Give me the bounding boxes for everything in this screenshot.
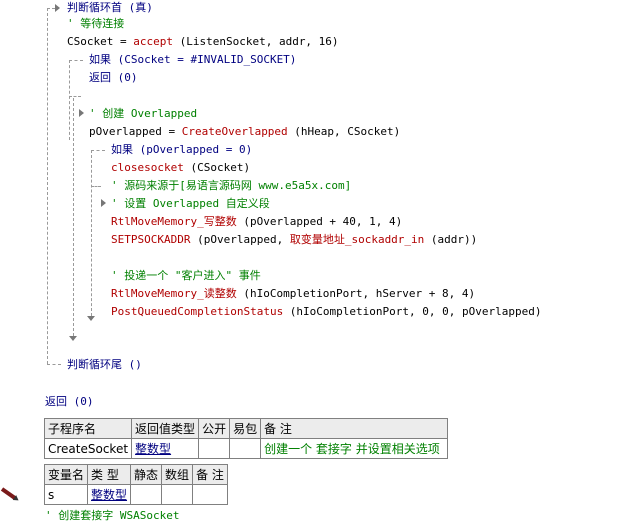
accept-assign: CSocket =: [67, 35, 134, 48]
var-name-cell[interactable]: s: [43, 484, 89, 505]
sub-header-name: 子程序名: [43, 418, 133, 439]
sub-note-cell[interactable]: 创建一个 套接字 并设置相关选项: [260, 438, 449, 459]
setpsockaddr-function: SETPSOCKADDR: [111, 233, 191, 246]
body-guide-line: [73, 98, 74, 336]
if2-guide-top: [91, 150, 105, 151]
sub-header-public: 公开: [198, 418, 231, 439]
rtl-read-args: (hIoCompletionPort, hServer + 8, 4): [236, 287, 476, 300]
comment-create-wsasocket[interactable]: ' 创建套接字 WSASocket: [45, 508, 179, 524]
rtl-write-line[interactable]: RtlMoveMemory_写整数 (pOverlapped + 40, 1, …: [111, 214, 402, 230]
subroutine-header-row: 子程序名 返回值类型 公开 易包 备 注: [43, 418, 449, 439]
closesocket-args: (CSocket): [183, 161, 251, 174]
var-header-type: 类 型: [87, 464, 132, 485]
rtl-write-function: RtlMoveMemory_写整数: [111, 215, 237, 228]
sub-return-type-cell[interactable]: 整数型: [131, 438, 200, 459]
variable-header-row: 变量名 类 型 静态 数组 备 注: [43, 464, 228, 485]
loop-head-arrow-icon: [55, 4, 60, 12]
var-header-static: 静态: [130, 464, 163, 485]
variable-table: 变量名 类 型 静态 数组 备 注 s 整数型: [43, 464, 228, 505]
return-zero[interactable]: 返回 (0): [89, 70, 138, 86]
if1-guide-bottom: [69, 96, 81, 97]
comment-create-overlapped[interactable]: ' 创建 Overlapped: [89, 106, 197, 122]
loop-guide-top: [47, 8, 55, 9]
var-note-cell[interactable]: [192, 484, 228, 505]
var-header-array: 数组: [161, 464, 194, 485]
comment-set-overlapped[interactable]: ' 设置 Overlapped 自定义段: [111, 196, 270, 212]
sub-header-return-type: 返回值类型: [131, 418, 200, 439]
closesocket-function: closesocket: [111, 161, 184, 174]
rtl-read-line[interactable]: RtlMoveMemory_读整数 (hIoCompletionPort, hS…: [111, 286, 475, 302]
var-array-cell[interactable]: [161, 484, 194, 505]
overlapped-assign: pOverlapped =: [89, 125, 182, 138]
post-status-line[interactable]: PostQueuedCompletionStatus (hIoCompletio…: [111, 304, 541, 320]
if-invalid-socket[interactable]: 如果 (CSocket = #INVALID_SOCKET): [89, 52, 296, 68]
rtl-write-args: (pOverlapped + 40, 1, 4): [236, 215, 403, 228]
if2-guide-mid: [91, 186, 101, 187]
get-sockaddr-function: 取变量地址_sockaddr_in: [289, 233, 425, 246]
body-arrow-icon: [79, 109, 84, 117]
sub-name-cell[interactable]: CreateSocket: [43, 438, 133, 459]
if2-arrow-icon: [101, 199, 106, 207]
accept-args: (ListenSocket, addr, 16): [172, 35, 339, 48]
setpsockaddr-line[interactable]: SETPSOCKADDR (pOverlapped, 取变量地址_sockadd…: [111, 232, 477, 248]
loop-head[interactable]: 判断循环首 (真): [67, 0, 153, 16]
sub-header-note: 备 注: [260, 418, 449, 439]
return-final[interactable]: 返回 (0): [45, 394, 94, 410]
loop-tail[interactable]: 判断循环尾 (): [67, 357, 142, 373]
post-status-function: PostQueuedCompletionStatus: [111, 305, 284, 318]
accept-line[interactable]: CSocket = accept (ListenSocket, addr, 16…: [67, 34, 339, 50]
loop-guide-bottom: [47, 364, 61, 365]
sub-public-cell[interactable]: [198, 438, 231, 459]
if1-guide-line: [69, 60, 70, 140]
sub-header-pkg: 易包: [229, 418, 262, 439]
create-overlapped-line[interactable]: pOverlapped = CreateOverlapped (hHeap, C…: [89, 124, 400, 140]
edit-pencil-tip-icon: [12, 495, 21, 503]
body-end-arrow-icon: [69, 336, 77, 341]
post-status-args: (hIoCompletionPort, 0, 0, pOverlapped): [283, 305, 542, 318]
var-static-cell[interactable]: [130, 484, 163, 505]
var-header-name: 变量名: [43, 464, 89, 485]
create-overlapped-function: CreateOverlapped: [181, 125, 288, 138]
if2-end-arrow-icon: [87, 316, 95, 321]
rtl-read-function: RtlMoveMemory_读整数: [111, 287, 237, 300]
closesocket-line[interactable]: closesocket (CSocket): [111, 160, 250, 176]
subroutine-row[interactable]: CreateSocket 整数型 创建一个 套接字 并设置相关选项: [43, 438, 449, 459]
if2-guide-line: [91, 150, 92, 316]
variable-row[interactable]: s 整数型: [43, 484, 228, 505]
create-overlapped-args: (hHeap, CSocket): [287, 125, 401, 138]
sub-pkg-cell[interactable]: [229, 438, 262, 459]
loop-guide-line: [47, 8, 48, 364]
comment-post-event[interactable]: ' 投递一个 "客户进入" 事件: [111, 268, 261, 284]
setpsockaddr-args-a: (pOverlapped,: [190, 233, 290, 246]
comment-wait-connection[interactable]: ' 等待连接: [67, 16, 124, 32]
setpsockaddr-args-b: (addr)): [424, 233, 478, 246]
if1-guide-top: [69, 60, 83, 61]
var-header-note: 备 注: [192, 464, 228, 485]
subroutine-table: 子程序名 返回值类型 公开 易包 备 注 CreateSocket 整数型 创建…: [43, 418, 449, 459]
accept-function: accept: [133, 35, 173, 48]
var-type-cell[interactable]: 整数型: [87, 484, 132, 505]
comment-source[interactable]: ' 源码来源于[易语言源码网 www.e5a5x.com]: [111, 178, 351, 194]
if-overlapped-zero[interactable]: 如果 (pOverlapped = 0): [111, 142, 252, 158]
